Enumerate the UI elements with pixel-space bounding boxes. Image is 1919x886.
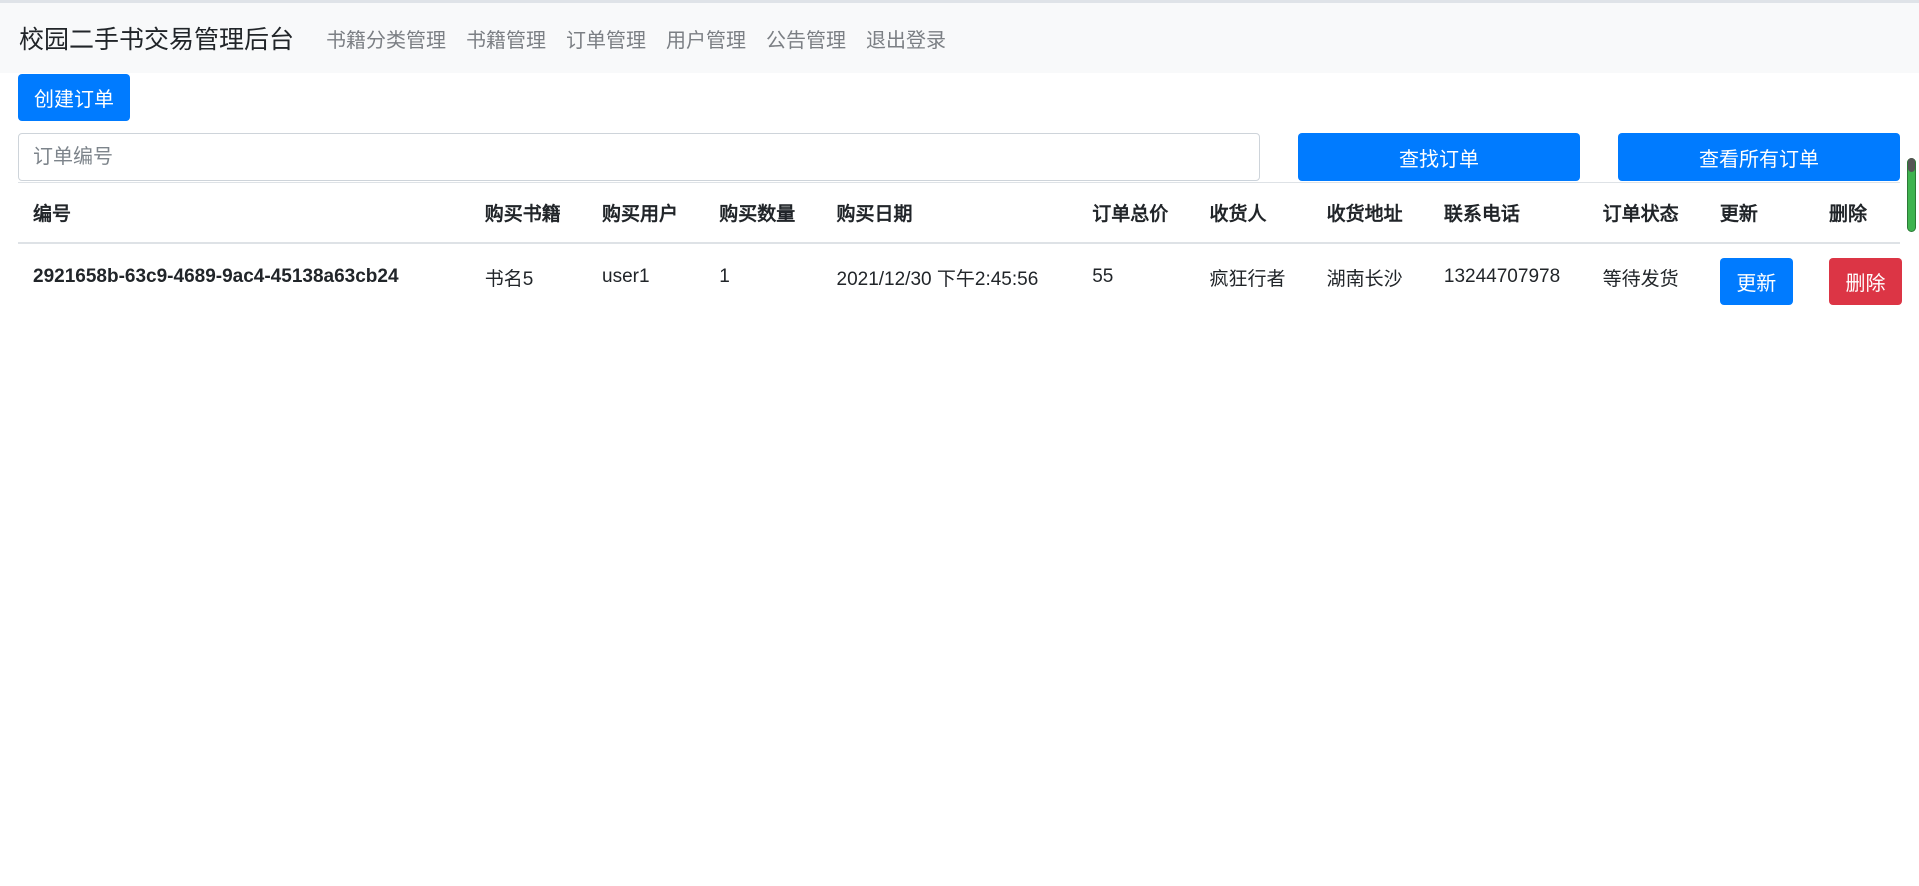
cell-phone: 13244707978	[1443, 266, 1561, 287]
nav-link-users[interactable]: 用户管理	[666, 24, 746, 53]
delete-button[interactable]: 删除	[1828, 258, 1902, 305]
table-header-row: 编号 购买书籍 购买用户 购买数量 购买日期 订单总价 收货人 收货地址 联系电…	[18, 182, 1900, 244]
cell-id: 2921658b-63c9-4689-9ac4-45138a63cb24	[33, 266, 399, 287]
header-quantity: 购买数量	[704, 182, 822, 244]
header-address: 收货地址	[1311, 182, 1429, 244]
cell-address: 湖南长沙	[1326, 268, 1403, 290]
cell-quantity: 1	[719, 266, 730, 287]
header-book: 购买书籍	[469, 182, 588, 244]
orders-table: 编号 购买书籍 购买用户 购买数量 购买日期 订单总价 收货人 收货地址 联系电…	[18, 182, 1902, 311]
update-button[interactable]: 更新	[1719, 258, 1793, 305]
nav-link-category[interactable]: 书籍分类管理	[326, 24, 446, 53]
view-all-orders-button[interactable]: 查看所有订单	[1618, 133, 1900, 181]
header-delete: 删除	[1813, 182, 1900, 244]
cell-update: 更新	[1705, 243, 1814, 311]
nav-link-logout[interactable]: 退出登录	[866, 24, 946, 53]
nav-link-books[interactable]: 书籍管理	[466, 24, 546, 53]
header-user: 购买用户	[587, 182, 705, 244]
header-id: 编号	[18, 182, 470, 244]
cell-user: user1	[602, 266, 650, 287]
header-status: 订单状态	[1587, 182, 1705, 244]
header-update: 更新	[1704, 182, 1814, 244]
brand-title[interactable]: 校园二手书交易管理后台	[19, 20, 294, 56]
nav-links: 书籍分类管理 书籍管理 订单管理 用户管理 公告管理 退出登录	[306, 24, 946, 53]
header-date: 购买日期	[821, 182, 1078, 244]
header-receiver: 收货人	[1194, 182, 1312, 244]
cell-total: 55	[1092, 266, 1114, 287]
header-total: 订单总价	[1077, 182, 1195, 244]
nav-link-orders[interactable]: 订单管理	[566, 24, 646, 53]
cell-date: 2021/12/30 下午2:45:56	[836, 268, 1039, 290]
cell-delete: 删除	[1814, 243, 1902, 311]
scrollbar-cap	[1908, 158, 1915, 172]
cell-book: 书名5	[484, 268, 534, 290]
header-phone: 联系电话	[1428, 182, 1588, 244]
nav-link-notices[interactable]: 公告管理	[766, 24, 846, 53]
find-order-button[interactable]: 查找订单	[1298, 133, 1580, 181]
order-id-search-input[interactable]	[18, 133, 1260, 181]
cell-status: 等待发货	[1602, 268, 1679, 290]
create-order-button[interactable]: 创建订单	[18, 74, 130, 121]
cell-receiver: 疯狂行者	[1209, 268, 1286, 290]
table-row: 2921658b-63c9-4689-9ac4-45138a63cb24 书名5…	[18, 243, 1902, 311]
navbar: 校园二手书交易管理后台 书籍分类管理 书籍管理 订单管理 用户管理 公告管理 退…	[0, 3, 1919, 73]
